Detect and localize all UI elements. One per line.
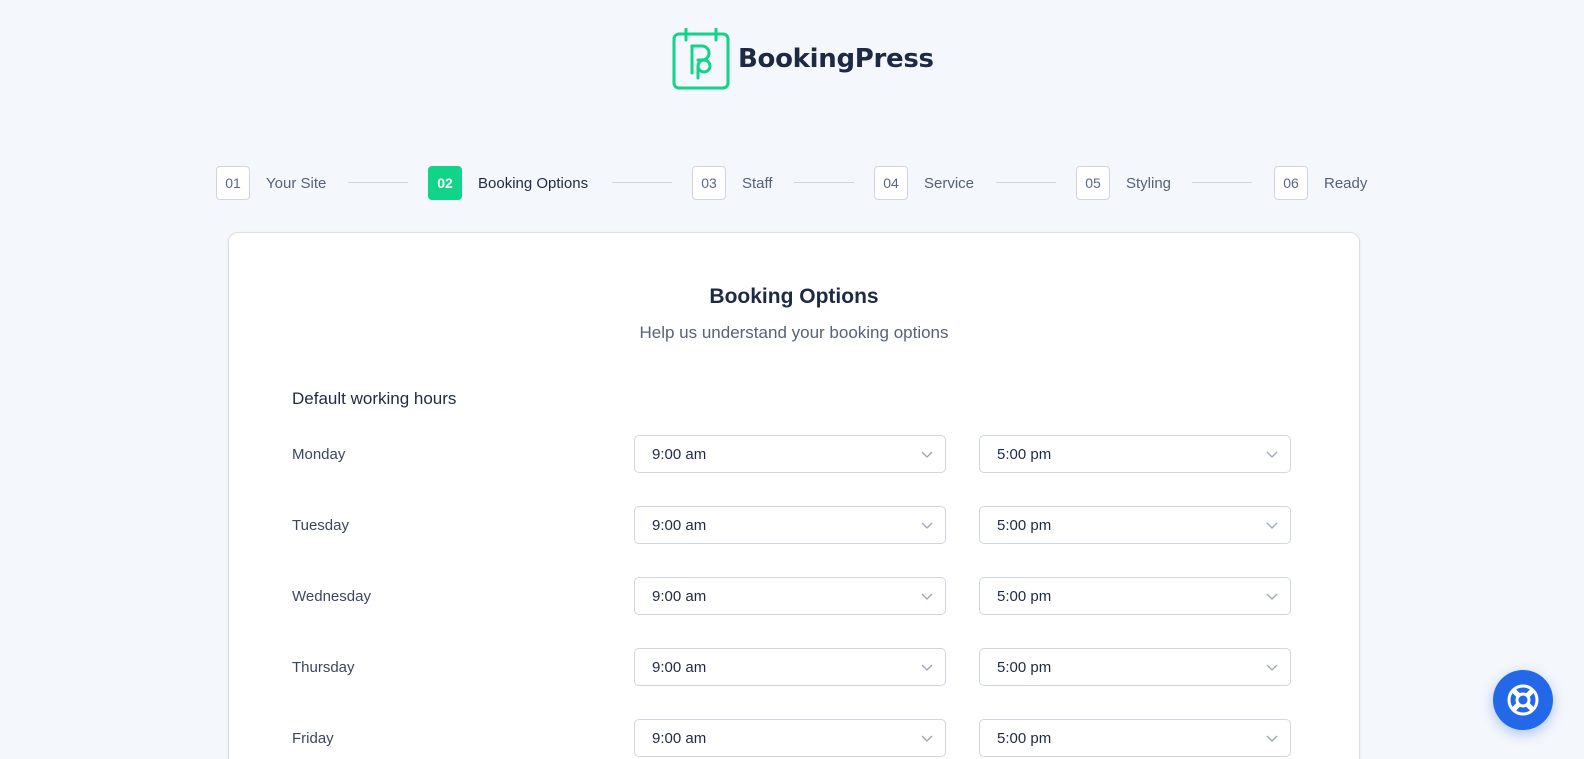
end-time-value: 5:00 pm — [997, 729, 1052, 747]
help-button[interactable] — [1493, 670, 1553, 730]
end-time-select[interactable]: 5:00 pm — [979, 506, 1291, 544]
chevron-down-icon — [921, 664, 933, 671]
step-number: 05 — [1076, 166, 1110, 200]
booking-options-card: Booking Options Help us understand your … — [228, 232, 1360, 759]
end-time-select[interactable]: 5:00 pm — [979, 648, 1291, 686]
wizard-stepper: 01 Your Site 02 Booking Options 03 Staff… — [216, 166, 1376, 200]
step-your-site[interactable]: 01 Your Site — [216, 166, 326, 200]
step-label: Staff — [742, 174, 773, 192]
step-connector — [794, 182, 854, 183]
step-service[interactable]: 04 Service — [874, 166, 974, 200]
card-title: Booking Options — [709, 285, 879, 308]
chevron-down-icon — [1266, 451, 1278, 458]
setup-wizard-page: BookingPress 01 Your Site 02 Booking Opt… — [0, 0, 1584, 759]
step-number: 01 — [216, 166, 250, 200]
step-label: Styling — [1126, 174, 1172, 192]
end-time-select[interactable]: 5:00 pm — [979, 577, 1291, 615]
start-time-select[interactable]: 9:00 am — [634, 435, 946, 473]
day-label: Monday — [292, 446, 346, 463]
brand-logo: BookingPress — [672, 28, 934, 90]
step-label: Your Site — [266, 174, 327, 192]
card-subtitle: Help us understand your booking options — [639, 323, 949, 342]
step-booking-options[interactable]: 02 Booking Options — [428, 166, 588, 200]
step-number: 02 — [428, 166, 462, 200]
lifebuoy-icon — [1507, 684, 1539, 716]
brand-name: BookingPress — [738, 44, 934, 74]
step-connector — [348, 182, 408, 183]
step-label: Booking Options — [478, 174, 589, 192]
end-time-value: 5:00 pm — [997, 658, 1052, 676]
start-time-value: 9:00 am — [652, 587, 707, 605]
bookingpress-logo-icon — [672, 28, 730, 90]
step-number: 04 — [874, 166, 908, 200]
step-number: 03 — [692, 166, 726, 200]
step-staff[interactable]: 03 Staff — [692, 166, 773, 200]
end-time-value: 5:00 pm — [997, 516, 1052, 534]
step-number: 06 — [1274, 166, 1308, 200]
chevron-down-icon — [1266, 664, 1278, 671]
day-label: Tuesday — [292, 517, 349, 534]
start-time-value: 9:00 am — [652, 445, 707, 463]
chevron-down-icon — [1266, 735, 1278, 742]
day-row-friday: Friday 9:00 am 5:00 pm — [292, 719, 1292, 759]
step-styling[interactable]: 05 Styling — [1076, 166, 1171, 200]
chevron-down-icon — [1266, 522, 1278, 529]
start-time-select[interactable]: 9:00 am — [634, 719, 946, 757]
start-time-select[interactable]: 9:00 am — [634, 506, 946, 544]
end-time-value: 5:00 pm — [997, 587, 1052, 605]
chevron-down-icon — [921, 451, 933, 458]
start-time-select[interactable]: 9:00 am — [634, 648, 946, 686]
step-connector — [996, 182, 1056, 183]
chevron-down-icon — [1266, 593, 1278, 600]
step-connector — [612, 182, 672, 183]
step-ready[interactable]: 06 Ready — [1274, 166, 1367, 200]
step-label: Ready — [1324, 174, 1368, 192]
start-time-select[interactable]: 9:00 am — [634, 577, 946, 615]
day-label: Thursday — [292, 659, 355, 676]
day-label: Wednesday — [292, 588, 371, 605]
day-row-thursday: Thursday 9:00 am 5:00 pm — [292, 648, 1292, 688]
step-connector — [1192, 182, 1252, 183]
start-time-value: 9:00 am — [652, 729, 707, 747]
chevron-down-icon — [921, 522, 933, 529]
end-time-select[interactable]: 5:00 pm — [979, 435, 1291, 473]
end-time-select[interactable]: 5:00 pm — [979, 719, 1291, 757]
end-time-value: 5:00 pm — [997, 445, 1052, 463]
start-time-value: 9:00 am — [652, 658, 707, 676]
day-row-monday: Monday 9:00 am 5:00 pm — [292, 435, 1292, 475]
chevron-down-icon — [921, 593, 933, 600]
day-label: Friday — [292, 730, 334, 747]
chevron-down-icon — [921, 735, 933, 742]
start-time-value: 9:00 am — [652, 516, 707, 534]
day-row-wednesday: Wednesday 9:00 am 5:00 pm — [292, 577, 1292, 617]
day-row-tuesday: Tuesday 9:00 am 5:00 pm — [292, 506, 1292, 546]
step-label: Service — [924, 174, 975, 192]
section-title-working-hours: Default working hours — [292, 389, 457, 408]
